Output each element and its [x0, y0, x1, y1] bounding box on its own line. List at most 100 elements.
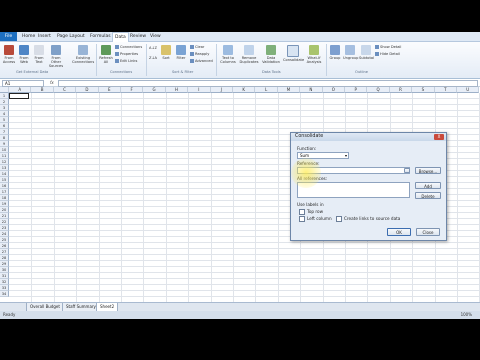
advanced-button[interactable]: Advanced [190, 59, 213, 64]
remove-duplicates-button[interactable]: Remove Duplicates [239, 45, 259, 64]
column-header[interactable]: M [277, 87, 301, 93]
dialog-close-icon[interactable]: X [434, 134, 444, 140]
browse-button[interactable]: Browse... [415, 167, 441, 174]
existing-connections-button[interactable]: Existing Connections [72, 45, 94, 64]
gridline [457, 93, 458, 302]
tab-data[interactable]: Data [112, 32, 129, 42]
from-web-button[interactable]: From Web [17, 45, 31, 64]
add-button[interactable]: Add [415, 182, 441, 189]
column-header[interactable]: K [233, 87, 256, 93]
column-header[interactable]: T [434, 87, 457, 93]
connections-link[interactable]: Connections [115, 45, 142, 50]
group-button[interactable]: Group [329, 45, 341, 60]
connections-icon [78, 45, 88, 55]
column-header[interactable]: S [412, 87, 435, 93]
gridline [9, 110, 480, 111]
column-header[interactable]: Q [367, 87, 390, 93]
gridline [277, 93, 279, 302]
dropdown-arrow-icon: ▾ [344, 153, 347, 158]
column-header[interactable]: R [389, 87, 413, 93]
fx-icon[interactable]: fx [50, 80, 54, 85]
tab-review[interactable]: Review [130, 32, 146, 41]
from-web-label: From Web [19, 56, 29, 64]
properties-link[interactable]: Properties [115, 52, 138, 57]
refresh-all-button[interactable]: Refresh All [99, 45, 113, 64]
group-sort-filter: Sort & Filter [172, 70, 194, 74]
left-column-checkbox[interactable]: Left column [299, 216, 332, 222]
excel-window: File Home Insert Page Layout Formulas Da… [0, 32, 480, 319]
hide-detail-button[interactable]: Hide Detail [375, 52, 400, 57]
sort-az-button[interactable]: A↓Z [149, 46, 157, 51]
edit-links-link[interactable]: Edit Links [115, 59, 137, 64]
sort-za-button[interactable]: Z↓A [149, 56, 157, 61]
consolidate-button[interactable]: Consolidate [283, 45, 304, 62]
row-header[interactable]: 34 [0, 291, 9, 297]
hide-detail-label: Hide Detail [380, 52, 400, 56]
from-other-sources-button[interactable]: From Other Sources [47, 45, 65, 68]
column-header[interactable]: J [210, 87, 233, 93]
reapply-button[interactable]: Reapply [190, 52, 209, 57]
column-header[interactable]: G [143, 87, 166, 93]
column-header[interactable]: D [76, 87, 99, 93]
sort-button[interactable]: Sort [160, 45, 172, 60]
show-detail-icon [375, 45, 379, 49]
gridline [9, 296, 480, 297]
top-row-checkbox[interactable]: Top row [299, 209, 323, 215]
from-text-button[interactable]: From Text [32, 45, 46, 64]
show-detail-button[interactable]: Show Detail [375, 45, 401, 50]
column-header[interactable]: C [53, 87, 77, 93]
gridline [9, 248, 480, 249]
what-if-analysis-button[interactable]: What-If Analysis [306, 45, 322, 64]
data-validation-icon [266, 45, 276, 55]
clear-icon [190, 45, 194, 49]
filter-button[interactable]: Filter [175, 45, 187, 60]
column-header[interactable]: N [300, 87, 323, 93]
close-button[interactable]: Close [416, 228, 440, 236]
column-header[interactable]: O [322, 87, 345, 93]
column-header[interactable]: U [457, 87, 480, 93]
gridline [121, 93, 122, 302]
gridline [9, 122, 480, 123]
tab-view[interactable]: View [150, 32, 161, 41]
text-to-columns-button[interactable]: Text to Columns [219, 45, 237, 64]
ungroup-button[interactable]: Ungroup [343, 45, 358, 60]
tab-insert[interactable]: Insert [38, 32, 51, 41]
properties-icon [115, 52, 119, 56]
tab-file[interactable]: File [0, 32, 17, 41]
group-icon [330, 45, 340, 55]
delete-button[interactable]: Delete [415, 192, 441, 199]
column-header[interactable]: P [345, 87, 368, 93]
active-cell[interactable] [9, 93, 29, 99]
reapply-label: Reapply [195, 52, 210, 56]
text-to-columns-icon [223, 45, 233, 55]
zoom-level[interactable]: 100% [461, 311, 472, 319]
text-to-columns-label: Text to Columns [220, 56, 236, 64]
checkbox-icon [299, 216, 305, 222]
column-header[interactable]: I [188, 87, 211, 93]
tab-page-layout[interactable]: Page Layout [57, 32, 85, 41]
remove-duplicates-icon [244, 45, 254, 55]
tab-formulas[interactable]: Formulas [90, 32, 111, 41]
subtotal-button[interactable]: Subtotal [359, 45, 374, 60]
create-links-checkbox[interactable]: Create links to source data [336, 216, 400, 222]
gridline [9, 128, 480, 129]
column-header[interactable]: H [165, 87, 189, 93]
column-header[interactable]: B [31, 87, 54, 93]
clear-button[interactable]: Clear [190, 45, 204, 50]
from-access-button[interactable]: From Access [2, 45, 16, 64]
reapply-icon [190, 52, 194, 56]
gridline [233, 93, 234, 302]
column-header[interactable]: L [255, 87, 278, 93]
column-header[interactable]: E [98, 87, 121, 93]
ok-button[interactable]: OK [387, 228, 411, 236]
formula-input[interactable] [58, 80, 478, 87]
tab-home[interactable]: Home [22, 32, 35, 41]
name-box[interactable]: A1 [2, 80, 44, 87]
status-bar: Ready 100% [0, 311, 480, 319]
dialog-title: Consolidate [295, 134, 324, 139]
collapse-dialog-icon[interactable] [404, 168, 410, 173]
gridline [9, 242, 480, 243]
column-header[interactable]: F [121, 87, 144, 93]
what-if-icon [309, 45, 319, 55]
data-validation-button[interactable]: Data Validation [262, 45, 280, 64]
